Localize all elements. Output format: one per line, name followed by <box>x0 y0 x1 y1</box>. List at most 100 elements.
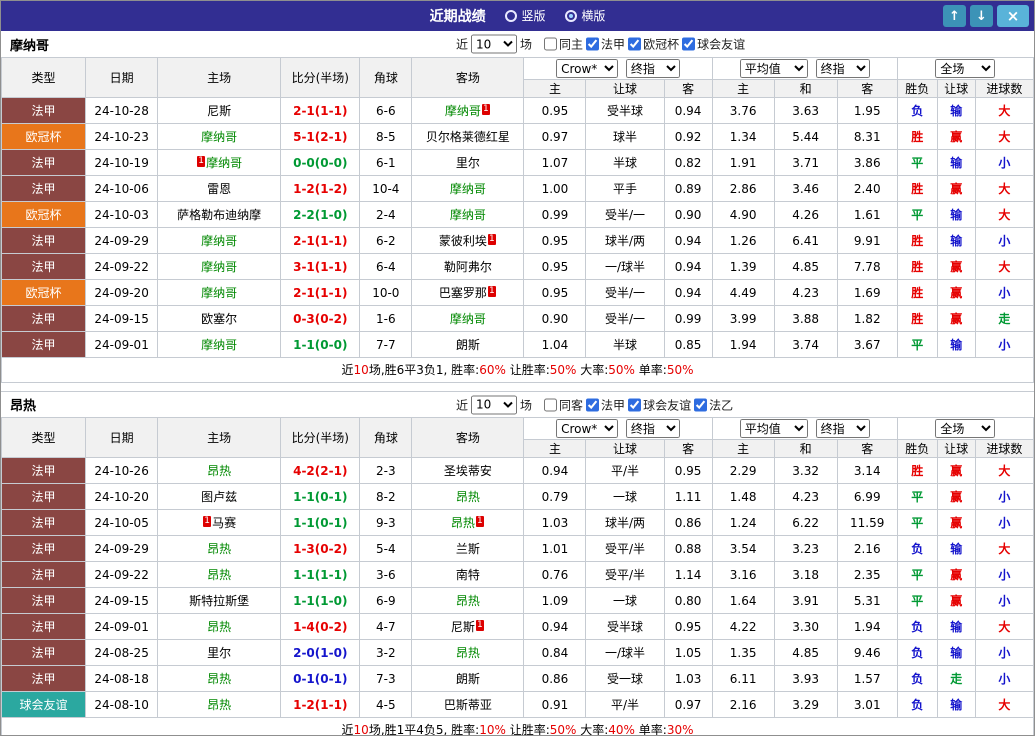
move-up-button[interactable]: ↑ <box>943 5 966 27</box>
team-name[interactable]: 马赛 <box>212 516 236 530</box>
asian-stage-select[interactable]: 终指 <box>625 419 680 438</box>
team-name[interactable]: 摩纳哥 <box>201 234 237 248</box>
ligue1-checkbox[interactable] <box>586 398 600 411</box>
match-score[interactable]: 2-0(1-0) <box>280 639 361 666</box>
team-name[interactable]: 昂热 <box>456 490 480 504</box>
ligue2-checkbox[interactable] <box>694 398 708 411</box>
team-name[interactable]: 贝尔格莱德红星 <box>426 130 510 144</box>
team-name[interactable]: 摩纳哥 <box>450 312 486 326</box>
team-name[interactable]: 蒙彼利埃 <box>439 234 487 248</box>
match-score[interactable]: 2-1(1-1) <box>280 227 361 254</box>
euro-stage-select[interactable]: 终指 <box>815 419 870 438</box>
team-name[interactable]: 兰斯 <box>456 542 480 556</box>
team-name[interactable]: 昂热 <box>207 464 231 478</box>
match-score[interactable]: 2-1(1-1) <box>280 97 361 124</box>
team-name[interactable]: 昂热 <box>451 516 475 530</box>
team-name[interactable]: 摩纳哥 <box>206 156 242 170</box>
team-name[interactable]: 南特 <box>456 568 480 582</box>
close-button[interactable]: × <box>997 5 1029 27</box>
team-name[interactable]: 昂热 <box>207 620 231 634</box>
same-away-checkbox[interactable] <box>544 398 558 411</box>
team-name[interactable]: 欧塞尔 <box>201 312 237 326</box>
col-corner: 角球 <box>359 417 413 458</box>
scope-select[interactable]: 全场 <box>935 419 996 438</box>
team-name[interactable]: 里尔 <box>207 646 231 660</box>
asian-stage-select[interactable]: 终指 <box>625 59 680 78</box>
match-score[interactable]: 1-2(1-2) <box>280 175 361 202</box>
team-name[interactable]: 昂热 <box>207 698 231 712</box>
match-score[interactable]: 0-3(0-2) <box>280 305 361 332</box>
result-goals: 大 <box>974 691 1034 718</box>
bookmaker-select[interactable]: Crow* <box>556 419 619 438</box>
match-score[interactable]: 1-1(0-1) <box>280 509 361 536</box>
recent-count-select[interactable]: 10 <box>471 395 518 414</box>
match-score[interactable]: 1-1(1-1) <box>280 561 361 588</box>
team-name[interactable]: 巴斯蒂亚 <box>444 698 492 712</box>
team-name[interactable]: 摩纳哥 <box>201 338 237 352</box>
horizontal-layout-radio[interactable]: 横版 <box>565 9 605 23</box>
match-score[interactable]: 1-2(1-1) <box>280 691 361 718</box>
match-score[interactable]: 1-1(1-0) <box>280 587 361 614</box>
champions-league-checkbox[interactable] <box>628 37 642 51</box>
vertical-layout-radio[interactable]: 竖版 <box>505 9 546 23</box>
match-score[interactable]: 0-1(0-1) <box>280 665 361 692</box>
team-name[interactable]: 摩纳哥 <box>201 260 237 274</box>
team-name[interactable]: 昂热 <box>207 672 231 686</box>
team-name[interactable]: 里尔 <box>456 156 480 170</box>
home-team-cell: 昂热 <box>157 665 282 692</box>
team-name[interactable]: 圣埃蒂安 <box>444 464 492 478</box>
team-name[interactable]: 巴塞罗那 <box>439 286 487 300</box>
away-team-cell: 巴斯蒂亚 <box>411 691 525 718</box>
club-friendly-checkbox[interactable] <box>628 398 642 411</box>
corner-score: 10-4 <box>359 175 413 202</box>
team-name[interactable]: 尼斯 <box>451 620 475 634</box>
filter-champions-league[interactable]: 欧冠杯 <box>628 36 679 53</box>
team-name[interactable]: 雷恩 <box>207 182 231 196</box>
filter-ligue1[interactable]: 法甲 <box>586 396 625 413</box>
team-name[interactable]: 昂热 <box>207 542 231 556</box>
team-name[interactable]: 摩纳哥 <box>450 208 486 222</box>
team-name[interactable]: 萨格勒布迪纳摩 <box>177 208 261 222</box>
scope-select[interactable]: 全场 <box>935 59 996 78</box>
match-score[interactable]: 4-2(2-1) <box>280 457 361 484</box>
move-down-button[interactable]: ↓ <box>970 5 993 27</box>
match-score[interactable]: 1-1(0-1) <box>280 483 361 510</box>
filter-club-friendly[interactable]: 球会友谊 <box>628 396 691 413</box>
red-card-badge: 1 <box>197 156 206 167</box>
recent-count-select[interactable]: 10 <box>471 34 518 54</box>
team-name[interactable]: 图卢兹 <box>201 490 237 504</box>
match-score[interactable]: 1-3(0-2) <box>280 535 361 562</box>
match-score[interactable]: 3-1(1-1) <box>280 253 361 280</box>
euro-source-select[interactable]: 平均值 <box>739 59 808 78</box>
match-score[interactable]: 1-1(0-0) <box>280 331 361 358</box>
team-name[interactable]: 尼斯 <box>207 104 231 118</box>
team-name[interactable]: 斯特拉斯堡 <box>189 594 249 608</box>
ligue1-checkbox[interactable] <box>586 37 600 51</box>
same-home-checkbox[interactable] <box>544 37 558 51</box>
team-name[interactable]: 昂热 <box>207 568 231 582</box>
match-score[interactable]: 1-4(0-2) <box>280 613 361 640</box>
filter-ligue2[interactable]: 法乙 <box>694 396 733 413</box>
team-name[interactable]: 摩纳哥 <box>201 286 237 300</box>
filter-same-home[interactable]: 同主 <box>544 36 583 53</box>
euro-source-select[interactable]: 平均值 <box>739 419 808 438</box>
team-name[interactable]: 摩纳哥 <box>450 182 486 196</box>
team-name[interactable]: 摩纳哥 <box>201 130 237 144</box>
euro-stage-select[interactable]: 终指 <box>815 59 870 78</box>
filter-ligue1[interactable]: 法甲 <box>586 36 625 53</box>
team-name[interactable]: 朗斯 <box>456 338 480 352</box>
filter-club-friendly[interactable]: 球会友谊 <box>682 36 745 53</box>
match-score[interactable]: 2-2(1-0) <box>280 201 361 228</box>
team-name[interactable]: 昂热 <box>456 594 480 608</box>
team-name[interactable]: 勒阿弗尔 <box>444 260 492 274</box>
team-name[interactable]: 朗斯 <box>456 672 480 686</box>
team-name[interactable]: 昂热 <box>456 646 480 660</box>
team-name[interactable]: 摩纳哥 <box>445 104 481 118</box>
match-score[interactable]: 2-1(1-1) <box>280 279 361 306</box>
bookmaker-select[interactable]: Crow* <box>556 59 619 78</box>
match-score[interactable]: 0-0(0-0) <box>280 149 361 176</box>
filter-same-away[interactable]: 同客 <box>544 396 583 413</box>
corner-score: 6-2 <box>359 227 413 254</box>
match-score[interactable]: 5-1(2-1) <box>280 123 361 150</box>
club-friendly-checkbox[interactable] <box>682 37 696 51</box>
